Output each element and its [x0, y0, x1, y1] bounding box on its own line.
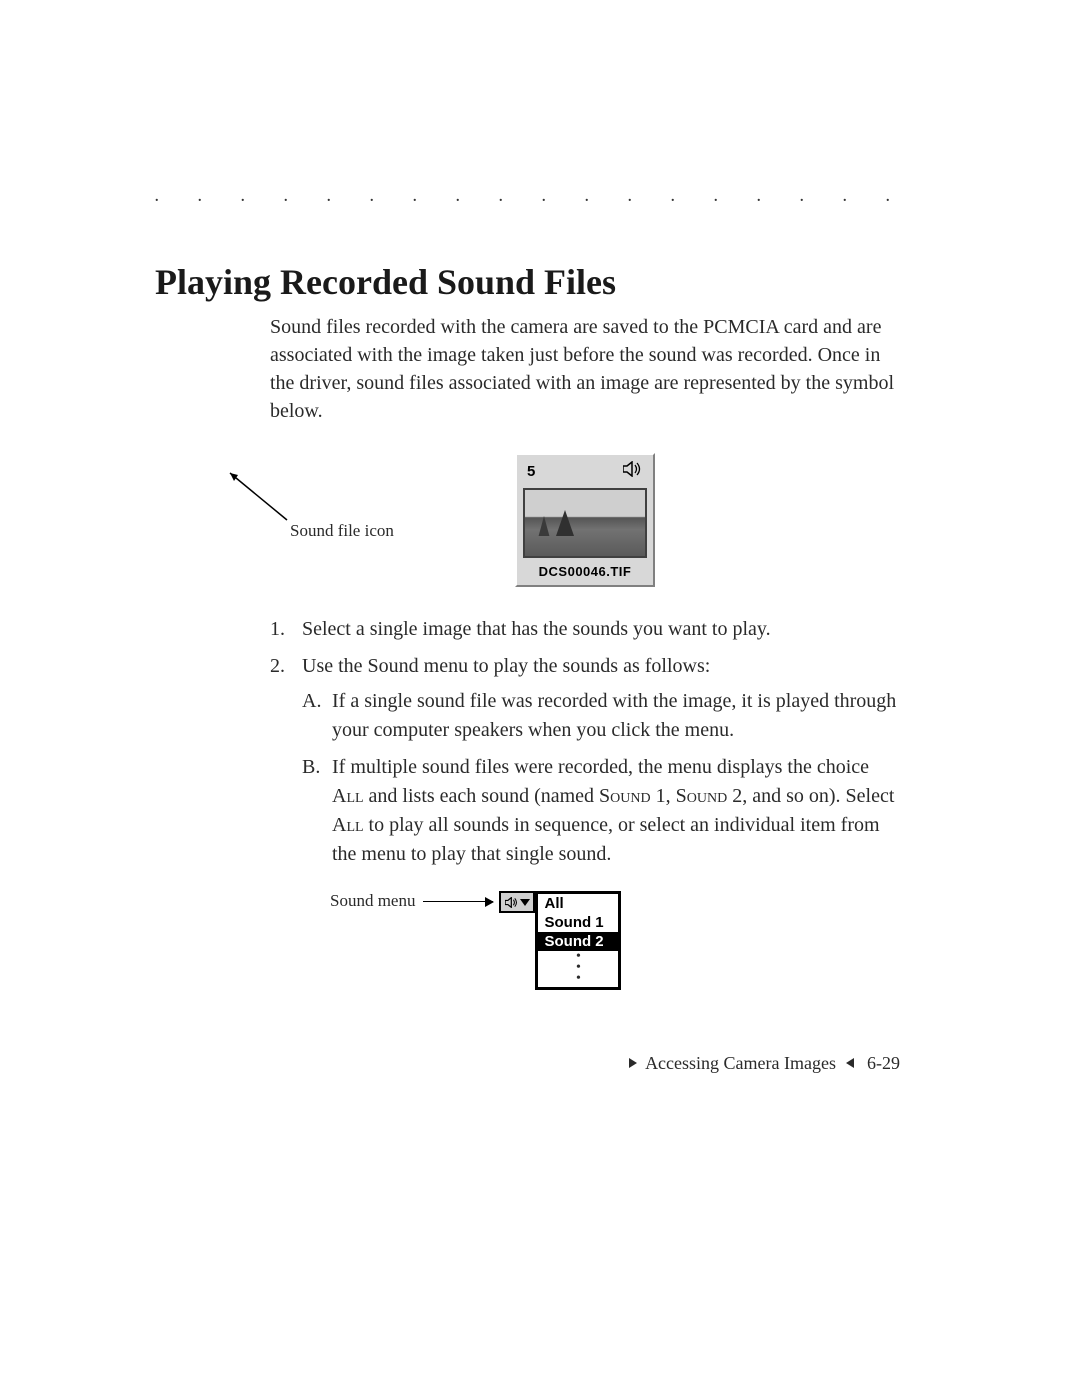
step-1: 1. Select a single image that has the so… [270, 615, 900, 644]
page-heading: Playing Recorded Sound Files [155, 261, 900, 303]
thumbnail-filename: DCS00046.TIF [523, 558, 647, 579]
page-number: 6-29 [867, 1053, 900, 1073]
menu-item-sound-1[interactable]: Sound 1 [538, 913, 618, 932]
step-text: Use the Sound menu to play the sounds as… [302, 655, 710, 677]
step-text: Select a single image that has the sound… [302, 615, 771, 644]
text-smallcaps: Sound [676, 785, 728, 807]
intro-paragraph: Sound files recorded with the camera are… [155, 313, 900, 425]
step-number: 2. [270, 652, 302, 877]
text-smallcaps: Sound [599, 785, 651, 807]
sub-letter: B. [302, 753, 332, 869]
page-footer: Accessing Camera Images 6-29 [629, 1053, 900, 1074]
text-fragment: If multiple sound files were recorded, t… [332, 756, 869, 778]
sound-menu-button[interactable] [499, 891, 535, 913]
text-fragment: 1, [651, 785, 676, 807]
sound-file-icon-callout: Sound file icon [290, 473, 450, 493]
thumbnail-figure: 5 DCS00046.TIF Sound file icon [155, 453, 900, 587]
step-number: 1. [270, 615, 302, 644]
menu-item-all[interactable]: All [538, 894, 618, 913]
sound-menu-figure: Sound menu All Sound 1 Sound 2 ••• [155, 891, 900, 990]
step-2a: A. If a single sound file was recorded w… [302, 687, 900, 745]
arrow-line-icon [423, 901, 493, 902]
sound-file-icon-label: Sound file icon [290, 521, 394, 540]
step-2: 2. Use the Sound menu to play the sounds… [270, 652, 900, 877]
triangle-left-icon [846, 1058, 854, 1068]
text-fragment: to play all sounds in sequence, or selec… [332, 814, 880, 865]
step-2b: B. If multiple sound files were recorded… [302, 753, 900, 869]
sub-letter: A. [302, 687, 332, 745]
speaker-icon [623, 461, 643, 482]
chevron-down-icon [520, 899, 530, 906]
thumbnail-number: 5 [527, 463, 535, 480]
triangle-right-icon [629, 1058, 637, 1068]
steps-list: 1. Select a single image that has the so… [155, 615, 900, 877]
step-text: If a single sound file was recorded with… [332, 687, 900, 745]
step-text: If multiple sound files were recorded, t… [332, 753, 900, 869]
text-smallcaps: All [332, 785, 364, 807]
text-smallcaps: All [332, 814, 364, 836]
thumbnail-image [523, 488, 647, 558]
menu-ellipsis: ••• [538, 951, 618, 987]
text-fragment: 2, and so on). Select [727, 785, 894, 807]
footer-section: Accessing Camera Images [645, 1053, 836, 1073]
dotted-rule: . . . . . . . . . . . . . . . . . . . . … [155, 190, 900, 206]
sound-menu-dropdown: All Sound 1 Sound 2 ••• [535, 891, 621, 990]
sound-menu-label: Sound menu [330, 891, 415, 911]
text-fragment: and lists each sound (named [364, 785, 600, 807]
thumbnail-card: 5 DCS00046.TIF [515, 453, 655, 587]
